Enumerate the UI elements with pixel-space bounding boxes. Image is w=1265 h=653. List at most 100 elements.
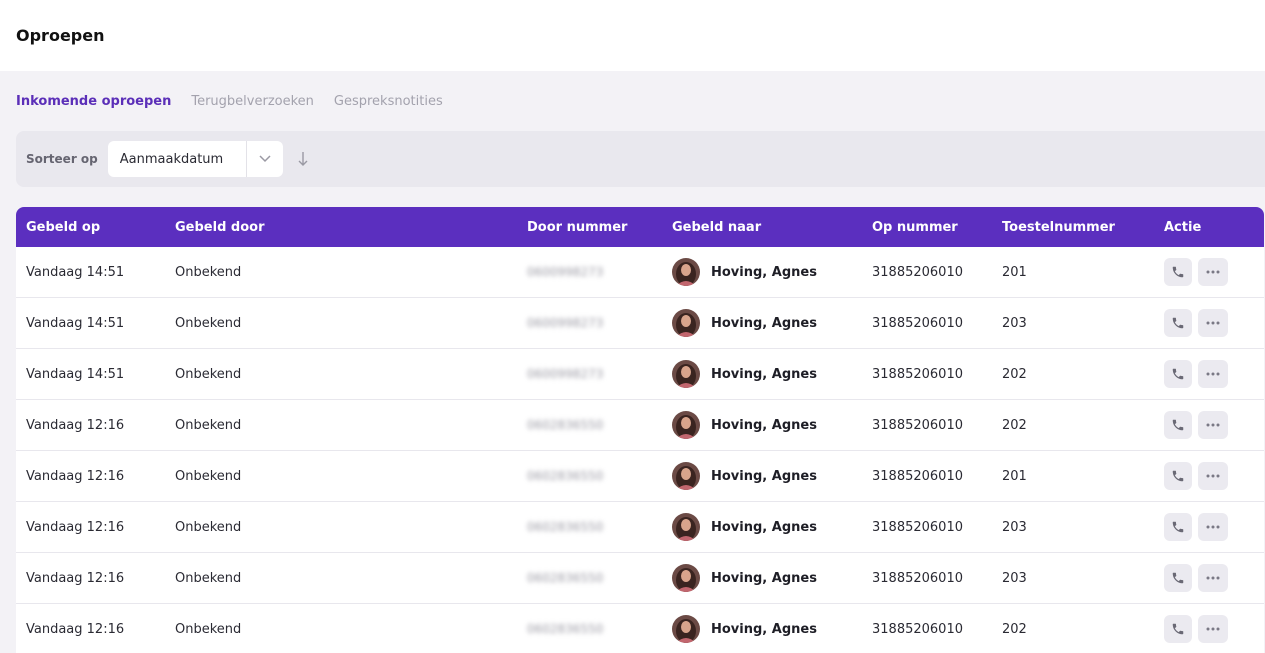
actions [1154, 360, 1264, 388]
column-header[interactable]: Gebeld op [16, 220, 165, 235]
arrow-down-icon[interactable] [295, 149, 311, 169]
callee-cell: Hoving, Agnes [662, 564, 862, 592]
caller-name: Onbekend [175, 366, 242, 382]
actions [1154, 411, 1264, 439]
phone-icon [1172, 419, 1184, 431]
table-row[interactable]: Vandaag 14:51 Onbekend 0600998273 Hoving… [16, 247, 1264, 298]
sort-select-value: Aanmaakdatum [119, 151, 224, 167]
more-button[interactable] [1198, 258, 1228, 286]
tab-inkomende-oproepen[interactable]: Inkomende oproepen [16, 94, 171, 109]
actions [1154, 513, 1264, 541]
call-button[interactable] [1164, 309, 1192, 337]
more-icon [1206, 525, 1220, 529]
caller-name: Onbekend [175, 315, 242, 331]
more-button[interactable] [1198, 615, 1228, 643]
caller-name: Onbekend [175, 417, 242, 433]
chevron-down-icon[interactable] [245, 141, 283, 177]
avatar [672, 309, 700, 337]
more-button[interactable] [1198, 513, 1228, 541]
table-body: Vandaag 14:51 Onbekend 0600998273 Hoving… [16, 247, 1264, 653]
callee-name: Hoving, Agnes [711, 468, 817, 484]
avatar [672, 564, 700, 592]
caller-name: Onbekend [175, 468, 242, 484]
more-button[interactable] [1198, 360, 1228, 388]
phone-icon [1172, 266, 1184, 278]
tab-gespreksnotities[interactable]: Gespreksnotities [334, 94, 443, 109]
sort-select[interactable]: Aanmaakdatum [107, 141, 283, 177]
table-row[interactable]: Vandaag 12:16 Onbekend 0602836550 Hoving… [16, 553, 1264, 604]
avatar [672, 462, 700, 490]
more-button[interactable] [1198, 411, 1228, 439]
more-button[interactable] [1198, 309, 1228, 337]
more-button[interactable] [1198, 462, 1228, 490]
callee-cell: Hoving, Agnes [662, 309, 862, 337]
caller-number: 0600998273 [527, 367, 604, 381]
callee-name: Hoving, Agnes [711, 621, 817, 637]
more-icon [1206, 372, 1220, 376]
table-row[interactable]: Vandaag 12:16 Onbekend 0602836550 Hoving… [16, 400, 1264, 451]
actions [1154, 615, 1264, 643]
caller-name: Onbekend [175, 264, 242, 280]
column-header[interactable]: Door nummer [517, 220, 662, 235]
call-button[interactable] [1164, 411, 1192, 439]
top-bar: Oproepen [0, 0, 1265, 71]
callee-name: Hoving, Agnes [711, 264, 817, 280]
tab-bar: Inkomende oproepen Terugbelverzoeken Ges… [0, 71, 1265, 131]
table-row[interactable]: Vandaag 12:16 Onbekend 0602836550 Hoving… [16, 502, 1264, 553]
call-time: Vandaag 12:16 [26, 570, 125, 586]
tab-terugbelverzoeken[interactable]: Terugbelverzoeken [191, 94, 314, 109]
call-button[interactable] [1164, 615, 1192, 643]
call-button[interactable] [1164, 360, 1192, 388]
caller-name: Onbekend [175, 621, 242, 637]
more-icon [1206, 576, 1220, 580]
phone-icon [1172, 521, 1184, 533]
actions [1154, 564, 1264, 592]
extension: 201 [1002, 468, 1027, 484]
actions [1154, 309, 1264, 337]
callee-name: Hoving, Agnes [711, 519, 817, 535]
call-button[interactable] [1164, 513, 1192, 541]
column-header[interactable]: Gebeld naar [662, 220, 862, 235]
column-header: Actie [1164, 219, 1202, 235]
table-row[interactable]: Vandaag 14:51 Onbekend 0600998273 Hoving… [16, 298, 1264, 349]
phone-icon [1172, 623, 1184, 635]
extension: 202 [1002, 417, 1027, 433]
callee-cell: Hoving, Agnes [662, 462, 862, 490]
to-number: 31885206010 [872, 468, 963, 484]
call-time: Vandaag 12:16 [26, 621, 125, 637]
more-icon [1206, 423, 1220, 427]
sort-bar: Sorteer op Aanmaakdatum [16, 131, 1265, 187]
callee-cell: Hoving, Agnes [662, 360, 862, 388]
caller-number: 0602836550 [527, 622, 604, 636]
call-button[interactable] [1164, 564, 1192, 592]
phone-icon [1172, 572, 1184, 584]
call-time: Vandaag 12:16 [26, 519, 125, 535]
table-row[interactable]: Vandaag 14:51 Onbekend 0600998273 Hoving… [16, 349, 1264, 400]
call-time: Vandaag 14:51 [26, 366, 125, 382]
caller-number: 0602836550 [527, 520, 604, 534]
column-header[interactable]: Op nummer [862, 220, 992, 235]
extension: 202 [1002, 366, 1027, 382]
column-header[interactable]: Toestelnummer [992, 220, 1154, 235]
to-number: 31885206010 [872, 366, 963, 382]
call-button[interactable] [1164, 462, 1192, 490]
actions [1154, 258, 1264, 286]
to-number: 31885206010 [872, 315, 963, 331]
call-button[interactable] [1164, 258, 1192, 286]
more-icon [1206, 474, 1220, 478]
extension: 203 [1002, 315, 1027, 331]
callee-name: Hoving, Agnes [711, 570, 817, 586]
callee-name: Hoving, Agnes [711, 315, 817, 331]
table-row[interactable]: Vandaag 12:16 Onbekend 0602836550 Hoving… [16, 451, 1264, 502]
to-number: 31885206010 [872, 417, 963, 433]
actions [1154, 462, 1264, 490]
caller-number: 0602836550 [527, 418, 604, 432]
more-icon [1206, 270, 1220, 274]
avatar [672, 258, 700, 286]
column-header[interactable]: Gebeld door [165, 220, 517, 235]
to-number: 31885206010 [872, 570, 963, 586]
to-number: 31885206010 [872, 519, 963, 535]
avatar [672, 513, 700, 541]
table-row[interactable]: Vandaag 12:16 Onbekend 0602836550 Hoving… [16, 604, 1264, 653]
more-button[interactable] [1198, 564, 1228, 592]
